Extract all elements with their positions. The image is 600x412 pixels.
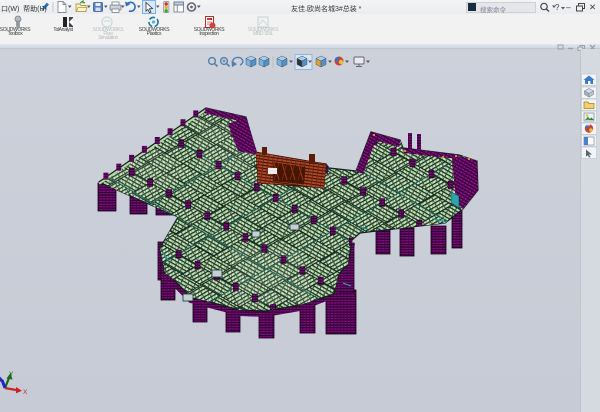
- svg-text:Y: Y: [9, 371, 14, 378]
- svg-text:X: X: [23, 389, 28, 396]
